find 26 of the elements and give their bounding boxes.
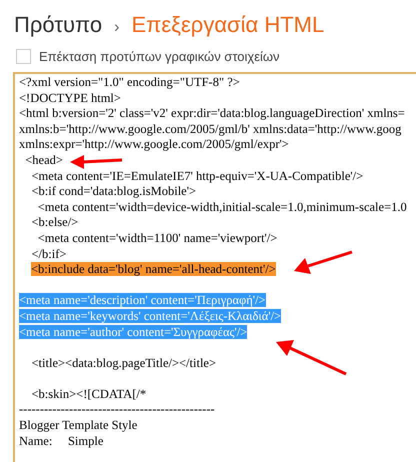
- code-line: <head>: [24, 152, 63, 167]
- code-line: xmlns:b='http://www.google.com/2005/gml/b' xmlns:data='http://www.goog: [19, 122, 402, 136]
- page-title: Επεξεργασία HTML: [131, 11, 324, 39]
- arrow-drawing: [294, 250, 352, 274]
- code-line: <meta content='width=1100' name='viewport'/>: [36, 230, 278, 245]
- checkbox-label[interactable]: Επέκταση προτύπων γραφικών στοιχείων: [39, 46, 280, 66]
- code-line: xmlns:expr='http://www.google.com/2005/gml/expr'>: [19, 137, 289, 152]
- code-line: Blogger Template Style: [19, 418, 138, 432]
- checkbox[interactable]: [16, 49, 31, 64]
- code-line: <b:if cond='data:blog.isMobile'>: [30, 184, 196, 198]
- arrow-drawing: [276, 340, 347, 376]
- code-line: <!DOCTYPE html>: [19, 90, 121, 105]
- code-line: </b:if>: [30, 246, 66, 261]
- code-line: <html b:version='2' class='v2' expr:dir='data:blog.languageDirection' xmlns=: [19, 106, 405, 120]
- arrow-drawing: [70, 155, 122, 169]
- code-line: Name: Simple: [19, 434, 104, 448]
- code-line: <b:else/>: [30, 215, 78, 230]
- code-editor[interactable]: [13, 72, 416, 462]
- code-line: <?xml version="1.0" encoding="UTF-8" ?>: [19, 75, 240, 89]
- code-line: <title><data:blog.pageTitle/></title>: [30, 356, 216, 370]
- code-line: <b:skin><![CDATA[/*: [30, 386, 146, 401]
- code-line: -----------------------------------------------: [19, 402, 215, 416]
- code-line: <meta content='width=device-width,initial-scale=1.0,minimum-scale=1.0: [36, 200, 407, 214]
- breadcrumb-link[interactable]: Πρότυπο: [14, 8, 102, 41]
- breadcrumb-separator: ›: [114, 18, 120, 38]
- code-line: <meta content='IE=EmulateIE7' http-equiv='X-UA-Compatible'/>: [30, 168, 364, 183]
